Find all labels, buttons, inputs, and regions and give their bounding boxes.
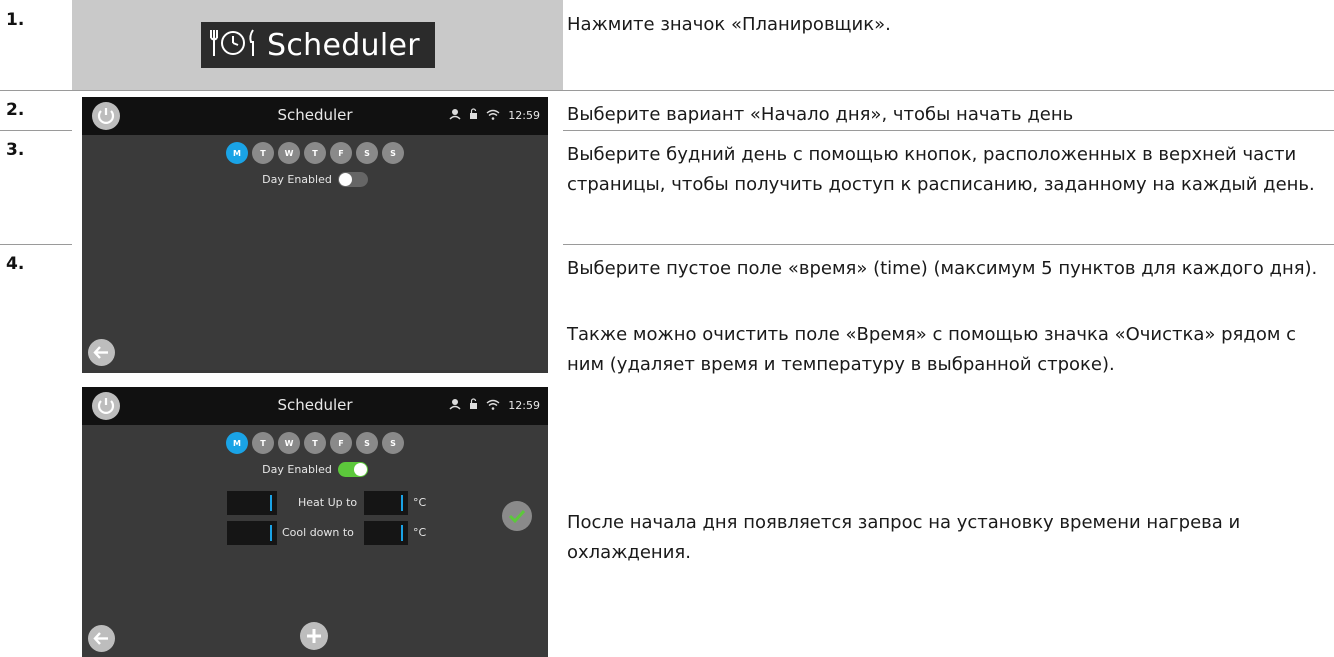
weekday-selector: M T W T F S S <box>82 432 548 454</box>
row-divider <box>0 90 1334 91</box>
step-number-3: 3. <box>6 140 25 160</box>
scheduler-screen-2: Scheduler 12:59 M T W T F S S Day Enable… <box>82 387 548 657</box>
back-arrow-icon[interactable] <box>88 625 115 652</box>
scheduler-screen-1: Scheduler 12:59 M T W T F S S Day Enable… <box>82 97 548 373</box>
day-enabled-label: Day Enabled <box>262 173 332 186</box>
add-icon[interactable] <box>300 622 328 650</box>
day-enabled-label: Day Enabled <box>262 463 332 476</box>
step-2-instruction: Выберите вариант «Начало дня», чтобы нач… <box>567 104 1074 125</box>
wifi-icon <box>486 399 500 413</box>
day-button-saturday[interactable]: S <box>356 432 378 454</box>
heat-unit-label: °C <box>413 496 427 509</box>
confirm-check-icon[interactable] <box>502 501 532 531</box>
row-divider <box>0 244 72 245</box>
step-4-heat-cool-note: После начала дня появляется запрос на ус… <box>567 512 1241 563</box>
clock-time: 12:59 <box>508 109 540 122</box>
day-button-tuesday[interactable]: T <box>252 432 274 454</box>
cool-temp-field[interactable] <box>364 521 408 545</box>
day-enabled-toggle[interactable] <box>337 172 368 187</box>
step-1-instruction: Нажмите значок «Планировщик». <box>567 14 891 35</box>
day-button-sunday[interactable]: S <box>382 142 404 164</box>
cool-time-field[interactable] <box>227 521 277 545</box>
cool-down-label: Cool down to <box>282 526 354 539</box>
heat-up-label: Heat Up to <box>298 496 358 509</box>
clock-time: 12:59 <box>508 399 540 412</box>
wifi-icon <box>486 109 500 123</box>
cool-unit-label: °C <box>413 526 427 539</box>
lock-icon <box>469 398 478 413</box>
day-button-monday[interactable]: M <box>226 432 248 454</box>
weekday-selector: M T W T F S S <box>82 142 548 164</box>
fork-clock-knife-icon <box>209 26 259 64</box>
day-button-friday[interactable]: F <box>330 432 352 454</box>
day-button-wednesday[interactable]: W <box>278 142 300 164</box>
step-3-instruction: Выберите будний день с помощью кнопок, р… <box>567 144 1315 195</box>
step-4-instruction: Выберите пустое поле «время» (time) (мак… <box>567 258 1318 279</box>
heat-time-field[interactable] <box>227 491 277 515</box>
scheduler-button[interactable]: Scheduler <box>201 22 435 68</box>
row-divider <box>0 130 72 131</box>
heat-temp-field[interactable] <box>364 491 408 515</box>
scheduler-button-label: Scheduler <box>267 27 420 63</box>
user-icon <box>449 108 461 123</box>
step-4-clear-note: Также можно очистить поле «Время» с помо… <box>567 324 1297 375</box>
day-button-saturday[interactable]: S <box>356 142 378 164</box>
status-area: 12:59 <box>449 108 540 123</box>
day-enabled-row: Day Enabled <box>82 462 548 477</box>
status-area: 12:59 <box>449 398 540 413</box>
day-button-friday[interactable]: F <box>330 142 352 164</box>
top-bar: Scheduler 12:59 <box>82 97 548 135</box>
step-number-1: 1. <box>6 10 25 30</box>
lock-icon <box>469 108 478 123</box>
day-button-tuesday[interactable]: T <box>252 142 274 164</box>
day-button-thursday[interactable]: T <box>304 432 326 454</box>
step-number-4: 4. <box>6 254 25 274</box>
step-number-2: 2. <box>6 100 25 120</box>
back-arrow-icon[interactable] <box>88 339 115 366</box>
day-button-wednesday[interactable]: W <box>278 432 300 454</box>
user-icon <box>449 398 461 413</box>
top-bar: Scheduler 12:59 <box>82 387 548 425</box>
day-button-thursday[interactable]: T <box>304 142 326 164</box>
day-button-sunday[interactable]: S <box>382 432 404 454</box>
day-enabled-row: Day Enabled <box>82 172 548 187</box>
day-button-monday[interactable]: M <box>226 142 248 164</box>
day-enabled-toggle[interactable] <box>337 462 368 477</box>
row-divider <box>563 244 1334 245</box>
row-divider <box>563 130 1334 131</box>
